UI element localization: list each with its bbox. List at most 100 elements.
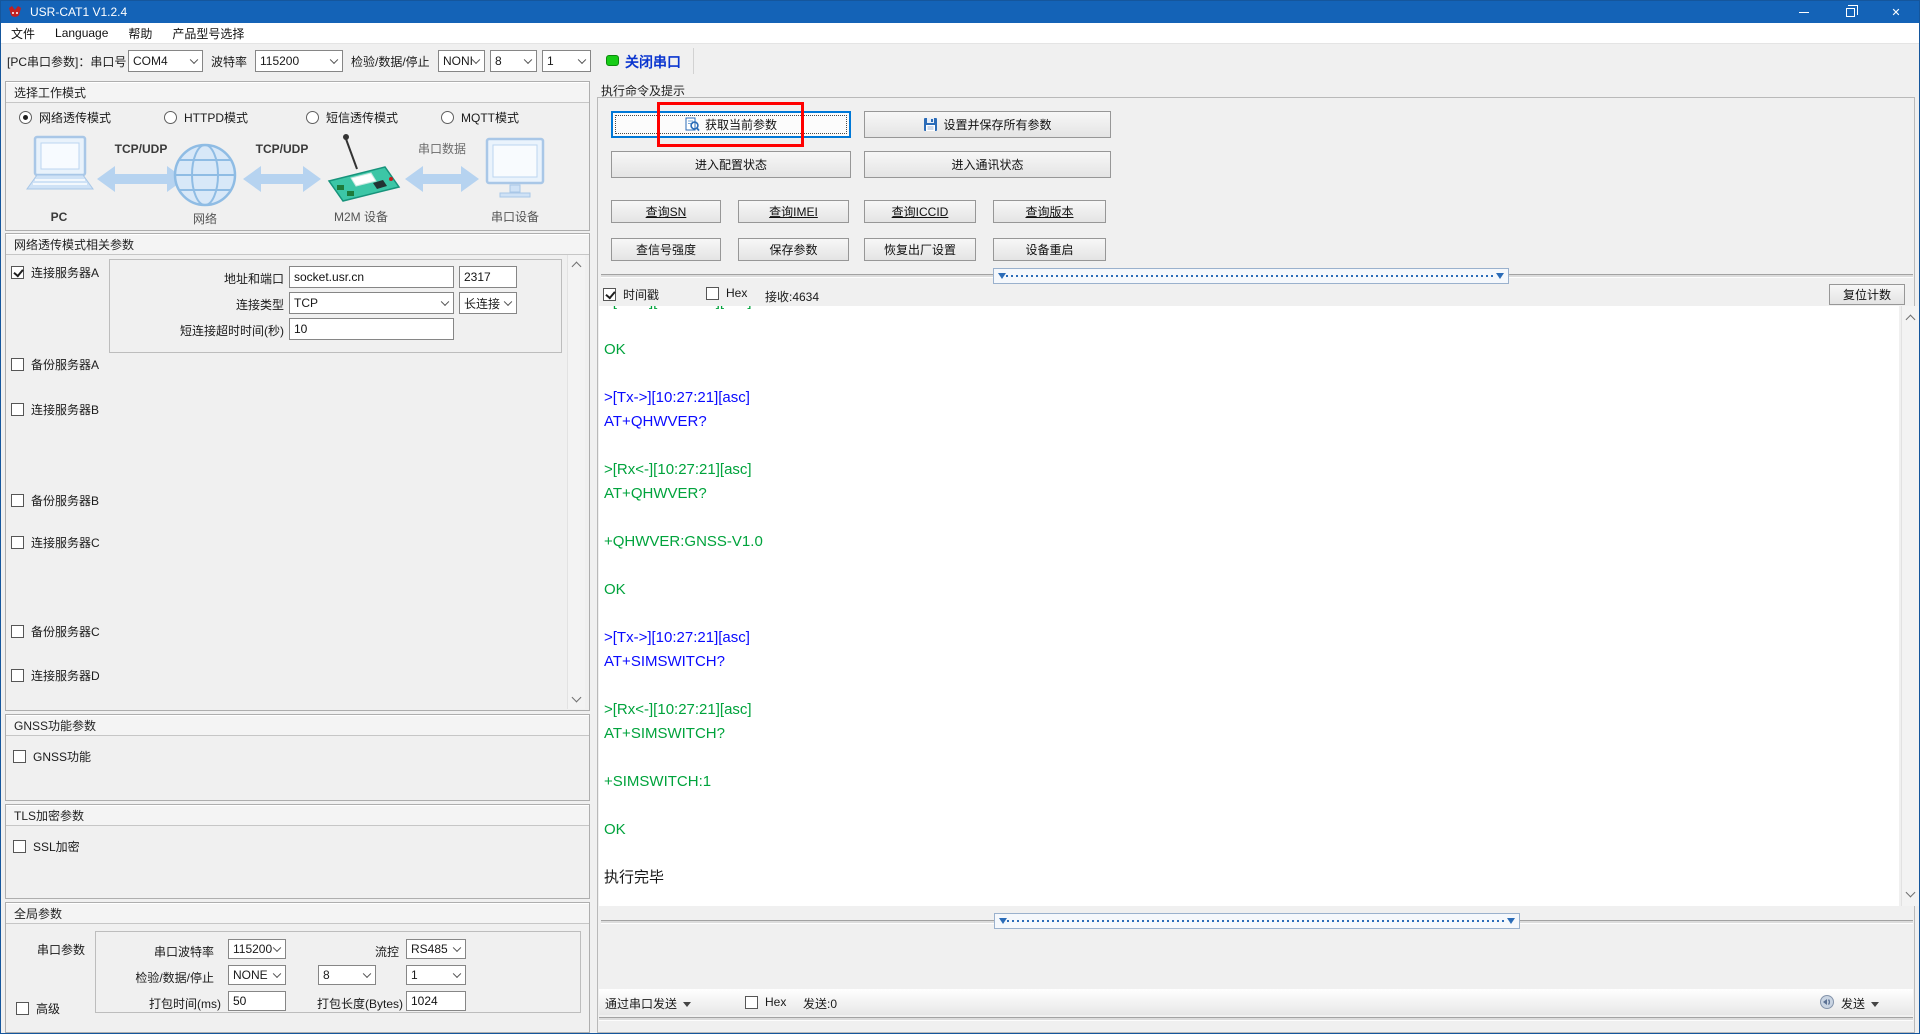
- checkbox-gnss[interactable]: GNSS功能: [13, 748, 91, 765]
- reboot-button[interactable]: 设备重启: [993, 238, 1106, 261]
- com-port-select[interactable]: COM4: [128, 50, 203, 72]
- m2m-label: M2M 设备: [334, 210, 388, 224]
- query-imei-button[interactable]: 查询IMEI: [738, 200, 849, 223]
- chevron-down-icon: [363, 970, 371, 978]
- addr-port-label: 地址和端口: [161, 270, 284, 287]
- conn-type-select[interactable]: TCP: [289, 292, 454, 314]
- log-line: [604, 602, 1899, 626]
- slider-dots: [1006, 275, 1496, 277]
- menu-product-model[interactable]: 产品型号选择: [162, 23, 254, 43]
- flow-control-select[interactable]: RS485: [406, 939, 466, 959]
- save-params-button[interactable]: 保存参数: [738, 238, 849, 261]
- pack-time-input[interactable]: [228, 991, 286, 1011]
- scroll-down-icon[interactable]: [1906, 888, 1916, 898]
- slider-mark-icon: [998, 273, 1006, 279]
- baud-select[interactable]: 115200: [255, 50, 343, 72]
- module-baud-label: 串口波特率: [121, 943, 214, 960]
- top-splitter-handle[interactable]: [993, 268, 1509, 284]
- title-bar[interactable]: USR-CAT1 V1.2.4 ✕: [1, 1, 1919, 23]
- query-sn-button[interactable]: 查询SN: [611, 200, 721, 223]
- log-area[interactable]: >[Rx<-][10:27:21][asc]OK>[Tx->][10:27:21…: [599, 306, 1899, 906]
- close-serial-button[interactable]: 关闭串口: [625, 52, 681, 72]
- radio-icon: [306, 111, 319, 124]
- log-line: OK: [604, 818, 1899, 842]
- checkbox-server-c[interactable]: 连接服务器C: [11, 534, 100, 551]
- parity-data-stop-label: 检验/数据/停止: [351, 53, 430, 70]
- log-line: [604, 314, 1899, 338]
- bottom-edge-groove: [599, 1017, 1913, 1021]
- slider-dots: [1007, 920, 1507, 922]
- radio-net-transparent-mode[interactable]: 网络透传模式: [19, 109, 111, 126]
- scroll-up-icon[interactable]: [572, 262, 582, 272]
- serial-device-icon: [487, 139, 543, 197]
- log-line: [604, 362, 1899, 386]
- reset-count-button[interactable]: 复位计数: [1829, 284, 1905, 305]
- query-version-button[interactable]: 查询版本: [993, 200, 1106, 223]
- scroll-down-icon[interactable]: [572, 693, 582, 703]
- log-line: +SIMSWITCH:1: [604, 770, 1899, 794]
- log-scrollbar[interactable]: [1901, 306, 1919, 906]
- send-via-serial-button[interactable]: 通过串口发送: [605, 995, 691, 1012]
- server-a-address-input[interactable]: [289, 266, 454, 288]
- pack-length-input[interactable]: [406, 991, 466, 1011]
- data-bits-select[interactable]: 8: [490, 50, 537, 72]
- checkbox-hex-recv[interactable]: Hex: [706, 286, 747, 300]
- radio-mqtt-mode[interactable]: MQTT模式: [441, 109, 519, 126]
- chevron-down-icon: [524, 56, 532, 64]
- get-params-button[interactable]: 获取当前参数: [611, 111, 851, 138]
- bottom-splitter-handle[interactable]: [994, 913, 1520, 929]
- pc-serial-label: [PC串口参数]：串口号: [7, 53, 126, 70]
- net-params-title: 网络透传模式相关参数: [6, 234, 589, 255]
- checkbox-hex-send[interactable]: Hex: [745, 995, 786, 1009]
- short-conn-timeout-input[interactable]: [289, 318, 454, 340]
- minimize-icon: [1799, 12, 1809, 13]
- checkbox-backup-server-a[interactable]: 备份服务器A: [11, 356, 99, 373]
- module-stop-bits-select[interactable]: 1: [406, 965, 466, 985]
- radio-sms-mode[interactable]: 短信透传模式: [306, 109, 398, 126]
- baud-label: 波特率: [211, 53, 247, 70]
- serial-device-label: 串口设备: [491, 210, 539, 224]
- module-data-bits-select[interactable]: 8: [318, 965, 376, 985]
- radio-httpd-mode[interactable]: HTTPD模式: [164, 109, 248, 126]
- log-line: AT+SIMSWITCH?: [604, 722, 1899, 746]
- enter-config-button[interactable]: 进入配置状态: [611, 151, 851, 178]
- serial-params-label: 串口参数: [37, 941, 93, 958]
- minimize-button[interactable]: [1781, 1, 1827, 23]
- factory-reset-button[interactable]: 恢复出厂设置: [864, 238, 976, 261]
- parity-select[interactable]: NONI: [438, 50, 485, 72]
- send-button[interactable]: 发送: [1841, 995, 1879, 1012]
- menu-file[interactable]: 文件: [1, 23, 45, 43]
- checkbox-server-a[interactable]: 连接服务器A: [11, 264, 99, 281]
- query-signal-button[interactable]: 查信号强度: [611, 238, 721, 261]
- chevron-down-icon: [441, 298, 449, 306]
- checkbox-backup-server-b[interactable]: 备份服务器B: [11, 492, 99, 509]
- keep-mode-select[interactable]: 长连接: [459, 292, 517, 314]
- link3-label: 串口数据: [418, 141, 466, 156]
- set-save-all-button[interactable]: 设置并保存所有参数: [864, 111, 1111, 138]
- checkbox-advanced[interactable]: 高级: [16, 1000, 60, 1017]
- commands-title: 执行命令及提示: [601, 82, 685, 99]
- horn-send-icon: [1819, 994, 1835, 1010]
- menu-bar: 文件 Language 帮助 产品型号选择: [1, 23, 1919, 44]
- checkbox-server-d[interactable]: 连接服务器D: [11, 667, 100, 684]
- close-button[interactable]: ✕: [1873, 1, 1919, 23]
- server-a-port-input[interactable]: [459, 266, 517, 288]
- menu-language[interactable]: Language: [45, 23, 118, 43]
- menu-help[interactable]: 帮助: [118, 23, 162, 43]
- restore-button[interactable]: [1827, 1, 1873, 23]
- module-baud-select[interactable]: 115200: [228, 939, 286, 959]
- checkbox-backup-server-c[interactable]: 备份服务器C: [11, 623, 100, 640]
- checkbox-ssl[interactable]: SSL加密: [13, 838, 80, 855]
- log-line: [604, 794, 1899, 818]
- checkbox-server-b[interactable]: 连接服务器B: [11, 401, 99, 418]
- net-params-scrollbar[interactable]: [567, 255, 585, 709]
- scroll-up-icon[interactable]: [1906, 315, 1916, 325]
- floppy-save-icon: [923, 117, 938, 132]
- checkbox-timestamp[interactable]: 时间戳: [603, 286, 659, 303]
- checkbox-icon: [13, 840, 26, 853]
- enter-comm-button[interactable]: 进入通讯状态: [864, 151, 1111, 178]
- module-parity-select[interactable]: NONE: [228, 965, 286, 985]
- pc-label: PC: [51, 210, 68, 224]
- query-iccid-button[interactable]: 查询ICCID: [864, 200, 976, 223]
- stop-bits-select[interactable]: 1: [542, 50, 591, 72]
